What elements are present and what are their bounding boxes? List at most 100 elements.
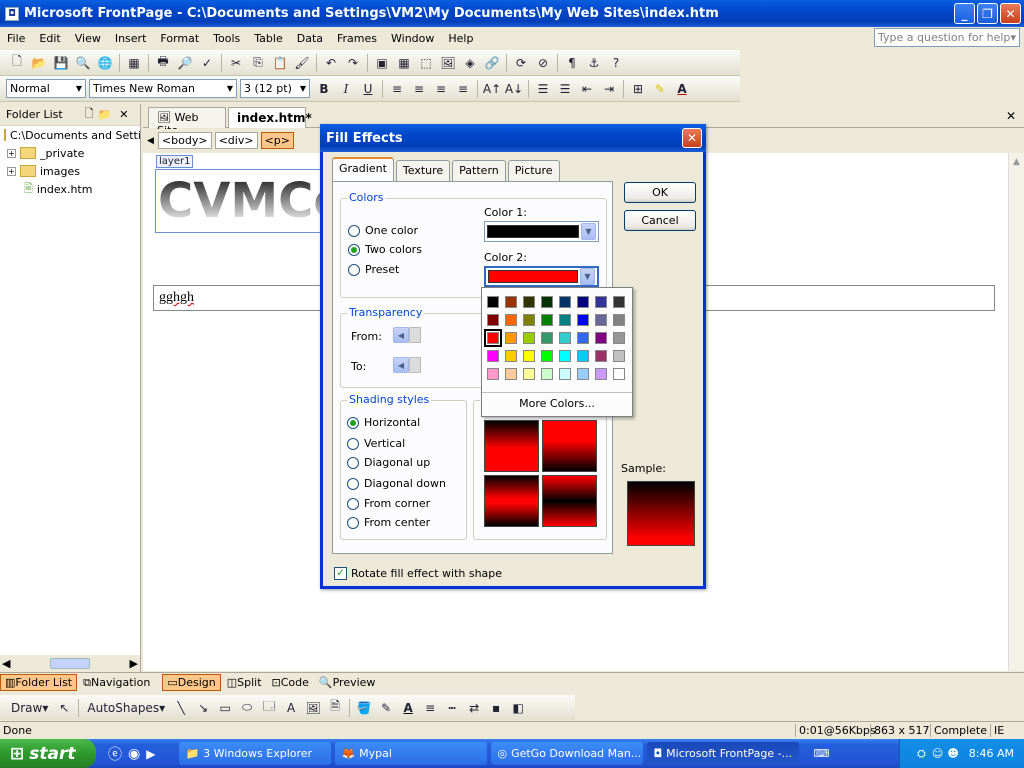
palette-swatch[interactable] [595,296,607,308]
palette-swatch[interactable] [613,296,625,308]
new-page-icon[interactable]: 🗋 [85,105,94,124]
draw-menu-button[interactable]: Draw ▾ [8,699,51,717]
palette-swatch[interactable] [523,350,535,362]
close-button[interactable]: ✕ [1000,3,1021,24]
font-size-select[interactable]: 3 (12 pt) ▼ [240,79,310,98]
palette-swatch[interactable] [613,368,625,380]
palette-swatch[interactable] [577,332,589,344]
web-component-icon[interactable]: ▦ [125,54,143,72]
radio-diagonal-down[interactable]: Diagonal down [347,477,446,490]
vertical-scrollbar[interactable]: ▲ [1008,153,1024,671]
variant-3[interactable] [484,475,539,527]
palette-swatch[interactable] [541,332,553,344]
menu-window[interactable]: Window [384,32,441,45]
close-icon[interactable]: ✕ [1006,109,1016,123]
palette-swatch[interactable] [577,314,589,326]
horizontal-scrollbar[interactable]: ◀ ▶ [0,655,140,672]
variant-2[interactable] [542,420,597,472]
print-icon[interactable]: 🖶 [154,54,172,72]
tab-gradient[interactable]: Gradient [332,157,394,181]
layer-icon[interactable]: ▣ [373,54,391,72]
line-color-icon[interactable]: ✎ [377,699,395,717]
chevron-down-icon[interactable]: ▾ [1010,31,1016,44]
menu-help[interactable]: Help [441,32,480,45]
radio-diagonal-up[interactable]: Diagonal up [347,456,430,469]
tree-item-images[interactable]: + images [0,162,140,180]
palette-swatch[interactable] [487,350,499,362]
layer-box[interactable]: CVMCor [155,169,323,233]
autoshapes-menu-button[interactable]: AutoShapes ▾ [84,699,168,717]
decrease-indent-icon[interactable]: ⇤ [578,80,596,98]
cancel-button[interactable]: Cancel [624,210,696,231]
radio-from-corner[interactable]: From corner [347,497,430,510]
from-slider[interactable]: ◀ [393,326,423,344]
palette-swatch[interactable] [541,368,553,380]
variant-1[interactable] [484,420,539,472]
new-folder-icon[interactable]: 📁 [98,108,112,121]
scroll-right-icon[interactable]: ▶ [130,657,138,670]
spelling-icon[interactable]: ✓ [198,54,216,72]
menu-frames[interactable]: Frames [330,32,384,45]
palette-swatch[interactable] [559,332,571,344]
select-pointer-icon[interactable]: ↖ [55,699,73,717]
palette-swatch[interactable] [505,350,517,362]
radio-from-center[interactable]: From center [347,516,430,529]
palette-swatch[interactable] [505,314,517,326]
ie-quicklaunch-icon[interactable]: ⓔ [108,744,122,764]
palette-swatch[interactable] [559,296,571,308]
breadcrumb-p[interactable]: <p> [260,132,294,149]
cut-icon[interactable]: ✂ [227,54,245,72]
copy-icon[interactable]: ⎘ [249,54,267,72]
bullets-icon[interactable]: ☰ [556,80,574,98]
start-button[interactable]: ⊞ start [0,739,96,768]
palette-swatch[interactable] [577,296,589,308]
expand-icon[interactable]: + [7,166,16,176]
browser-quicklaunch-icon[interactable]: ◉ [128,746,140,762]
style-select[interactable]: Normal ▼ [6,79,86,98]
palette-swatch[interactable] [595,332,607,344]
menu-view[interactable]: View [68,32,108,45]
tab-split[interactable]: ◫Split [223,675,266,690]
open-icon[interactable]: 📂 [30,54,48,72]
help-icon[interactable]: ? [607,54,625,72]
menu-format[interactable]: Format [153,32,206,45]
media-quicklaunch-icon[interactable]: ▶ [146,747,155,761]
highlight-icon[interactable]: ✎ [651,80,669,98]
search-icon[interactable]: 🔍 [74,54,92,72]
to-slider[interactable]: ◀ [393,356,423,374]
increase-indent-icon[interactable]: ⇥ [600,80,618,98]
radio-vertical[interactable]: Vertical [347,437,405,450]
variant-4[interactable] [542,475,597,527]
fill-color-icon[interactable]: 🪣 [355,699,373,717]
scroll-left-icon[interactable]: ◀ [2,657,10,670]
justify-icon[interactable]: ≡ [454,80,472,98]
menu-edit[interactable]: Edit [32,32,67,45]
close-icon[interactable]: ✕ [119,108,128,121]
align-right-icon[interactable]: ≡ [432,80,450,98]
underline-icon[interactable]: U [359,80,377,98]
palette-swatch[interactable] [577,350,589,362]
menu-insert[interactable]: Insert [108,32,154,45]
palette-swatch[interactable] [541,314,553,326]
tab-code[interactable]: ⊡Code [268,675,313,690]
preview-icon[interactable]: 🔎 [176,54,194,72]
new-page-icon[interactable]: 🗋 [8,54,26,72]
align-left-icon[interactable]: ≡ [388,80,406,98]
chevron-left-icon[interactable]: ◀ [393,327,409,343]
chevron-down-icon[interactable]: ▼ [581,223,596,240]
refresh-icon[interactable]: ⟳ [512,54,530,72]
radio-horizontal[interactable]: Horizontal [347,416,420,429]
palette-swatch[interactable] [541,296,553,308]
show-all-icon[interactable]: ¶ [563,54,581,72]
task-frontpage[interactable]: ◘ Microsoft FrontPage -... [647,742,800,765]
slider-thumb[interactable] [409,327,421,343]
palette-swatch[interactable] [595,314,607,326]
palette-swatch[interactable] [613,350,625,362]
layer-insert-icon[interactable]: ⬚ [417,54,435,72]
palette-swatch[interactable] [559,368,571,380]
tab-pattern[interactable]: Pattern [452,160,506,181]
color1-combo[interactable]: ▼ [484,221,599,242]
palette-swatch[interactable] [487,296,499,308]
palette-swatch[interactable] [613,314,625,326]
palette-swatch[interactable] [595,350,607,362]
